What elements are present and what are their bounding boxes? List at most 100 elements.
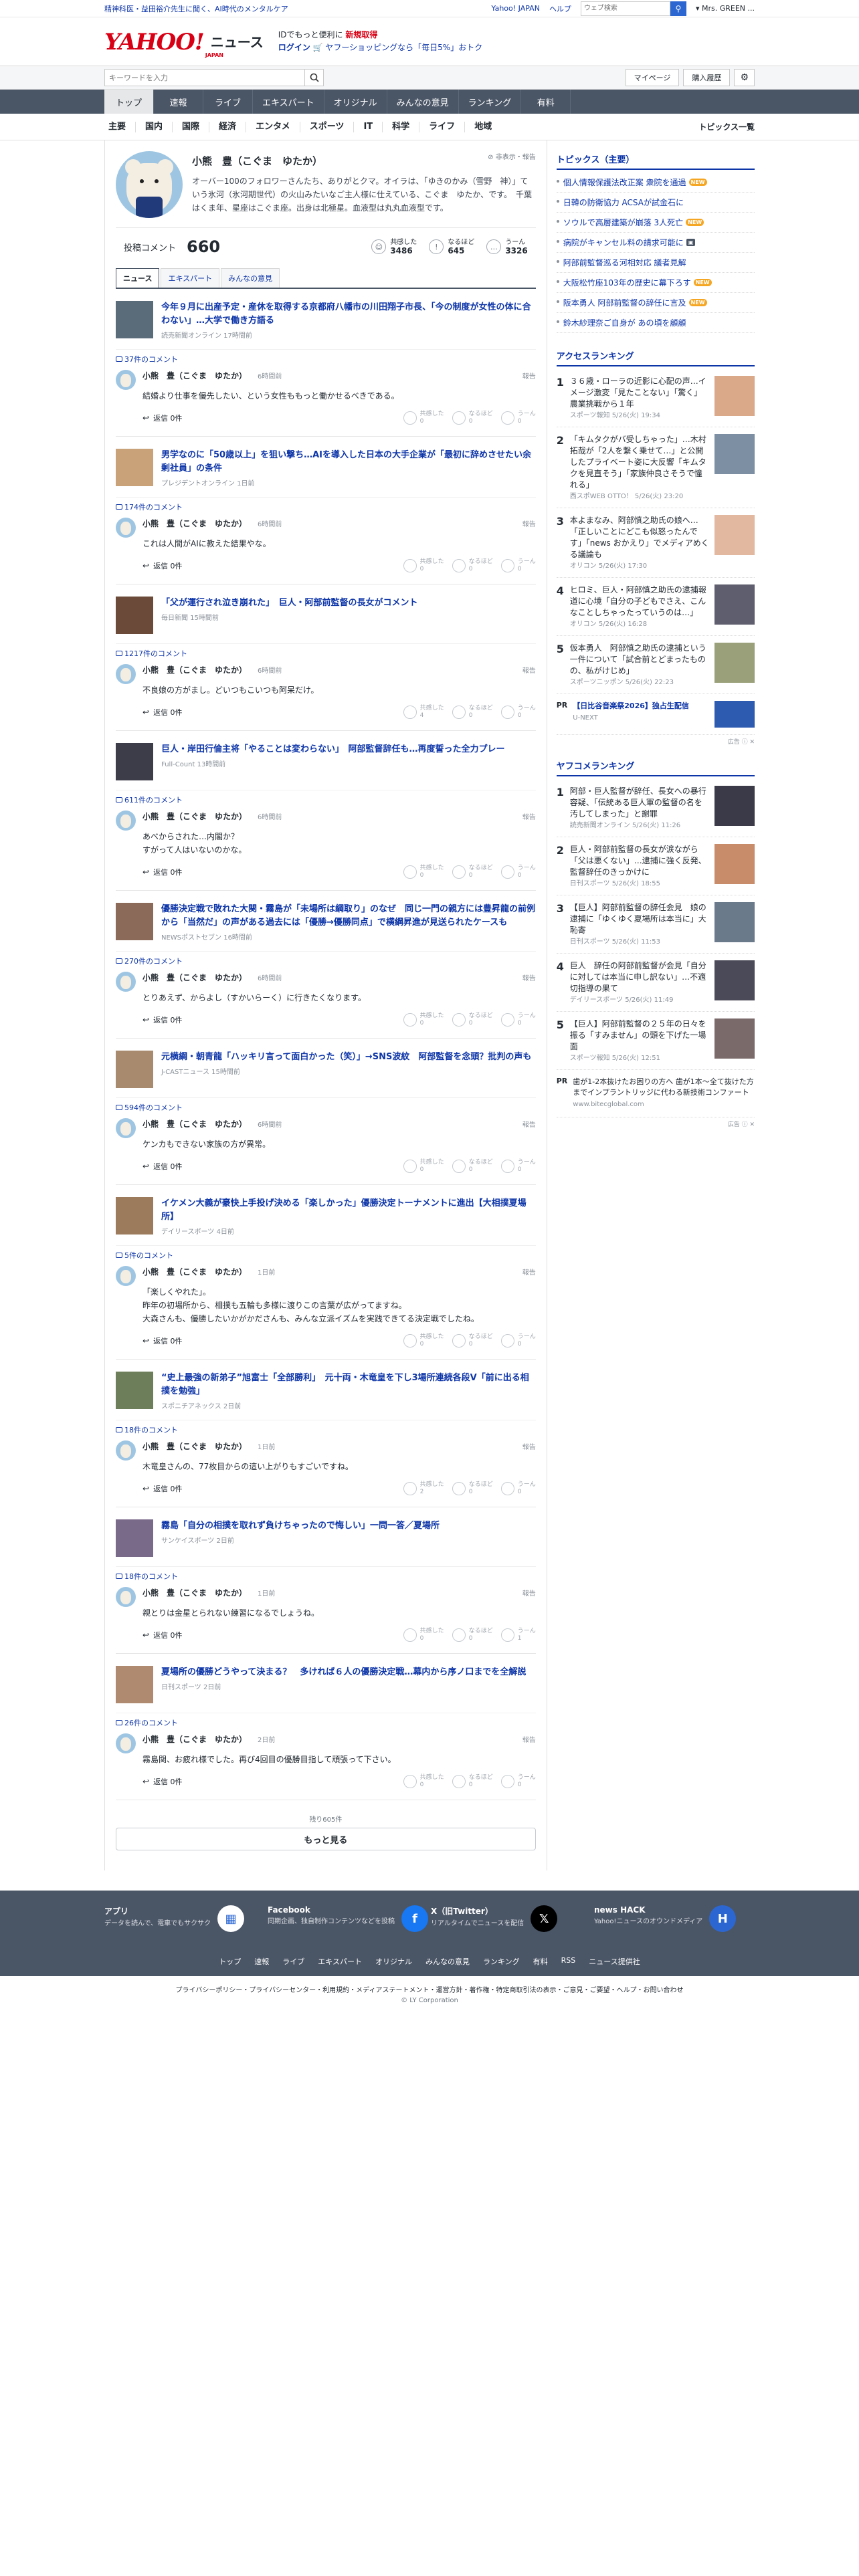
reaction-agree-button[interactable]: 共感した 0 — [403, 1628, 444, 1642]
cat-world[interactable]: 国際 — [173, 121, 210, 132]
topic-item[interactable]: 大阪松竹座103年の歴史に幕下ろす NEW — [556, 273, 755, 293]
pr-ad-2[interactable]: PR 歯が1-2本抜けたお困りの方へ 歯が1本〜全て抜けた方までインプラントリッ… — [556, 1070, 755, 1117]
shopping-link[interactable]: ヤフーショッピングなら「毎日5%」おトク — [325, 43, 482, 52]
cat-sports[interactable]: スポーツ — [300, 121, 355, 132]
reaction-hmm-button[interactable]: うーん 0 — [500, 411, 536, 425]
article-title[interactable]: イケメン大義が豪快上手投げ決める「楽しかった」優勝決定トーナメントに進出【大相撲… — [161, 1197, 536, 1224]
article-title[interactable]: 元横綱・朝青龍「ハッキリ言って面白かった（笑）」→SNS波紋 阿部監督を念頭？批… — [161, 1051, 531, 1064]
article-title[interactable]: 霧島「自分の相撲を取れず負けちゃったので悔しい」一問一答／夏場所 — [161, 1519, 440, 1533]
topic-item[interactable]: 病院がキャンセル料の請求可能に ▣ — [556, 233, 755, 253]
ad-info[interactable]: 広告 ⓘ ✕ — [557, 735, 755, 759]
mypage-button[interactable]: マイページ — [625, 69, 680, 86]
promo-link[interactable]: 精神科医・益田裕介先生に聞く、AI時代のメンタルケア — [104, 3, 288, 14]
more-button[interactable]: もっと見る — [116, 1828, 536, 1850]
news-search-input[interactable] — [104, 69, 305, 86]
article-title[interactable]: 「父が運行され泣き崩れた」 巨人・阿部前監督の長女がコメント — [161, 597, 418, 610]
reaction-hmm-button[interactable]: うーん 0 — [500, 1159, 536, 1174]
article-link[interactable]: “史上最強の新弟子”旭富士「全部勝利」 元十両・木竜皇を下し3場所連続各段V「前… — [116, 1372, 536, 1420]
reply-button[interactable]: ↩ 返信 0件 — [142, 413, 183, 423]
article-link[interactable]: 今年９月に出産予定・産休を取得する京都府八幡市の川田翔子市長、「今の制度が女性の… — [116, 301, 536, 349]
reply-button[interactable]: ↩ 返信 0件 — [142, 707, 183, 718]
user-menu[interactable]: ▾ Mrs. GREEN ... — [696, 4, 755, 13]
nav-original[interactable]: オリジナル — [324, 90, 387, 114]
search-icon[interactable] — [305, 69, 324, 86]
login-link[interactable]: ログイン — [278, 43, 310, 52]
reply-button[interactable]: ↩ 返信 0件 — [142, 867, 183, 877]
article-link[interactable]: イケメン大義が豪快上手投げ決める「楽しかった」優勝決定トーナメントに進出【大相撲… — [116, 1197, 536, 1245]
reaction-agree-button[interactable]: 共感した 0 — [403, 1333, 444, 1348]
footer-link[interactable]: エキスパート — [318, 1956, 362, 1967]
nav-ranking[interactable]: ランキング — [459, 90, 522, 114]
comment-count-link[interactable]: 270件のコメント — [116, 951, 536, 972]
tab-opinion[interactable]: みんなの意見 — [221, 268, 280, 288]
reaction-insight-button[interactable]: なるほど 0 — [452, 705, 493, 720]
reaction-hmm-button[interactable]: うーん 0 — [500, 558, 536, 573]
pr-ad[interactable]: PR 【日比谷音楽祭2026】独占生配信 U-NEXT — [556, 694, 755, 735]
web-search-button[interactable]: ⚲ — [670, 1, 686, 16]
commenter-name[interactable]: 小熊 豊（こぐま ゆたか） 6時間前 — [142, 518, 282, 529]
ranking-item[interactable]: 2 「キムタクがバ受しちゃった」…木村拓哉が「2人を繋く乗せて…」と公開したプライ… — [556, 427, 755, 508]
reaction-hmm-button[interactable]: うーん 0 — [500, 865, 536, 879]
commenter-name[interactable]: 小熊 豊（こぐま ゆたか） 1日前 — [142, 1266, 275, 1277]
report-link[interactable]: 報告 — [522, 518, 536, 528]
footer-link[interactable]: ライブ — [282, 1956, 304, 1967]
help-link[interactable]: ヘルプ — [549, 3, 571, 14]
article-link[interactable]: 夏場所の優勝どうやって決まる？ 多ければ６人の優勝決定戦…幕内から序ノ口までを全… — [116, 1666, 536, 1713]
nav-flash[interactable]: 速報 — [154, 90, 203, 114]
article-link[interactable]: 「父が運行され泣き崩れた」 巨人・阿部前監督の長女がコメント 毎日新聞 15時間前 — [116, 597, 536, 643]
footer-link[interactable]: オリジナル — [375, 1956, 412, 1967]
report-link[interactable]: 報告 — [522, 1441, 536, 1451]
ad-info-2[interactable]: 広告 ⓘ ✕ — [557, 1117, 755, 1142]
reaction-insight-button[interactable]: なるほど 0 — [452, 1628, 493, 1642]
comment-count-link[interactable]: 26件のコメント — [116, 1713, 536, 1733]
report-link[interactable]: 報告 — [522, 1734, 536, 1744]
article-title[interactable]: 巨人・岸田行倫主将「やることは変わらない」 阿部監督辞任も…再度誓った全力プレー — [161, 743, 505, 756]
comment-count-link[interactable]: 611件のコメント — [116, 790, 536, 811]
reaction-insight-button[interactable]: なるほど 0 — [452, 1012, 493, 1027]
ranking-item[interactable]: 4 ヒロミ、巨人・阿部慎之助氏の逮捕報道に心境「自分の子どもでさえ、こんなことしち… — [556, 578, 755, 636]
reply-button[interactable]: ↩ 返信 0件 — [142, 1483, 183, 1494]
web-search-input[interactable] — [580, 1, 670, 16]
reaction-insight-button[interactable]: なるほど 0 — [452, 411, 493, 425]
footer-link[interactable]: 有料 — [533, 1956, 548, 1967]
commenter-name[interactable]: 小熊 豊（こぐま ゆたか） 6時間前 — [142, 370, 282, 381]
tab-expert[interactable]: エキスパート — [161, 268, 220, 288]
reaction-insight-button[interactable]: なるほど 0 — [452, 558, 493, 573]
reaction-agree-button[interactable]: 共感した 0 — [403, 558, 444, 573]
report-link[interactable]: 報告 — [522, 1119, 536, 1129]
topic-item[interactable]: 日韓の防衛協力 ACSAが試金石に — [556, 193, 755, 213]
reaction-hmm-button[interactable]: うーん 0 — [500, 1333, 536, 1348]
yahoo-japan-link[interactable]: Yahoo! JAPAN — [491, 4, 540, 13]
footer-link[interactable]: みんなの意見 — [425, 1956, 470, 1967]
report-link[interactable]: 報告 — [522, 1588, 536, 1598]
comment-count-link[interactable]: 18件のコメント — [116, 1420, 536, 1440]
comment-count-link[interactable]: 37件のコメント — [116, 349, 536, 370]
reaction-agree-button[interactable]: 共感した 4 — [403, 705, 444, 720]
tab-news[interactable]: ニュース — [116, 268, 160, 288]
report-link[interactable]: 報告 — [522, 1267, 536, 1277]
topic-item[interactable]: 鈴木紗理奈ご自身が あの頃を顧顧 — [556, 313, 755, 333]
cat-domestic[interactable]: 国内 — [136, 121, 173, 132]
article-link[interactable]: 霧島「自分の相撲を取れず負けちゃったので悔しい」一問一答／夏場所 サンケイスポーツ… — [116, 1519, 536, 1566]
article-link[interactable]: 巨人・岸田行倫主将「やることは変わらない」 阿部監督辞任も…再度誓った全力プレー… — [116, 743, 536, 790]
article-title[interactable]: 優勝決定戦で敗れた大関・霧島が「未場所は綱取り」のなぜ 同じ一門の親方には豊昇龍… — [161, 903, 536, 930]
commenter-name[interactable]: 小熊 豊（こぐま ゆたか） 6時間前 — [142, 1118, 282, 1130]
comment-count-link[interactable]: 5件のコメント — [116, 1245, 536, 1266]
report-link[interactable]: 報告 — [522, 811, 536, 821]
footer-app-1[interactable]: Facebook 同期企画、独自制作コンテンツなどを投稿 f — [268, 1905, 428, 1948]
article-link[interactable]: 優勝決定戦で敗れた大関・霧島が「未場所は綱取り」のなぜ 同じ一門の親方には豊昇龍… — [116, 903, 536, 951]
legal-links[interactable]: プライバシーポリシー・プライバシーセンター・利用規約・メディアステートメント・運… — [0, 1976, 859, 1997]
nav-top[interactable]: トップ — [104, 90, 154, 114]
cat-life[interactable]: ライフ — [419, 121, 466, 132]
signup-link[interactable]: 新規取得 — [345, 30, 377, 39]
nav-paid[interactable]: 有料 — [521, 90, 571, 114]
article-title[interactable]: 夏場所の優勝どうやって決まる？ 多ければ６人の優勝決定戦…幕内から序ノ口までを全… — [161, 1666, 526, 1679]
reply-button[interactable]: ↩ 返信 0件 — [142, 560, 183, 571]
article-link[interactable]: 元横綱・朝青龍「ハッキリ言って面白かった（笑）」→SNS波紋 阿部監督を念頭？批… — [116, 1051, 536, 1097]
reaction-hmm-button[interactable]: うーん 0 — [500, 1774, 536, 1789]
footer-app-2[interactable]: X（旧Twitter） リアルタイムでニュースを配信 𝕏 — [431, 1905, 591, 1948]
comment-count-link[interactable]: 594件のコメント — [116, 1097, 536, 1118]
topic-item[interactable]: 個人情報保護法改正案 衆院を通過 NEW — [556, 173, 755, 193]
report-link[interactable]: 報告 — [522, 972, 536, 982]
commenter-name[interactable]: 小熊 豊（こぐま ゆたか） 1日前 — [142, 1587, 275, 1598]
